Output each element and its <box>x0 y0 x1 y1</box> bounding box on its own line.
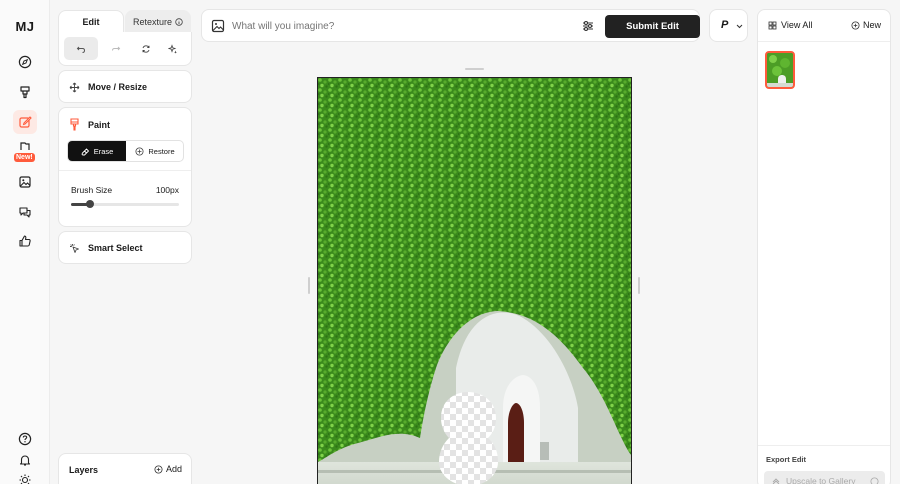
create-icon[interactable] <box>13 80 37 104</box>
move-resize-label: Move / Resize <box>88 82 148 92</box>
redo-button[interactable] <box>99 37 133 60</box>
edit-icon[interactable] <box>13 110 37 134</box>
personalize-label: P <box>721 19 729 31</box>
brush-size-slider[interactable] <box>71 200 179 208</box>
divider <box>758 41 890 42</box>
eraser-icon <box>81 147 89 155</box>
restore-label: Restore <box>148 146 175 156</box>
new-label: New <box>863 20 882 30</box>
magic-button[interactable] <box>156 37 190 60</box>
canvas-image <box>318 78 631 484</box>
paint-tool-panel: Paint Erase Restore Brush Size 100px <box>58 107 192 227</box>
move-icon <box>69 82 80 93</box>
thumbnail-image <box>767 53 793 87</box>
right-panel: View All New Export Edit Upscale to Gall… <box>757 9 891 484</box>
upscale-to-gallery-button[interactable]: Upscale to Gallery <box>764 471 885 484</box>
move-resize-tool[interactable]: Move / Resize <box>58 70 192 103</box>
add-icon <box>851 21 860 29</box>
image-prompt-icon <box>211 19 225 33</box>
info-icon <box>175 17 183 26</box>
left-nav: MJ New! <box>0 0 50 484</box>
smart-select-icon <box>70 244 79 253</box>
canvas-left-handle[interactable] <box>308 277 310 294</box>
brush-size-value: 100px <box>155 185 179 195</box>
divider <box>758 445 890 446</box>
prompt-bar: Submit Edit <box>201 9 700 42</box>
edit-tabs: Edit Retexture <box>58 10 192 66</box>
settings-sliders-icon <box>583 20 593 32</box>
reset-icon <box>142 44 150 53</box>
paint-mode-toggle: Erase Restore <box>67 140 184 162</box>
submit-edit-button[interactable]: Submit Edit <box>605 15 700 38</box>
logo[interactable]: MJ <box>0 19 50 34</box>
image-icon[interactable] <box>13 170 37 194</box>
sparkle-icon <box>168 43 177 53</box>
add-layer-button[interactable]: Add <box>154 464 182 474</box>
restore-button[interactable]: Restore <box>126 141 183 161</box>
restore-icon <box>135 147 144 155</box>
divider <box>59 170 191 171</box>
view-all-button[interactable]: View All <box>768 20 812 30</box>
like-icon[interactable] <box>13 229 37 253</box>
add-icon <box>154 465 163 473</box>
theme-icon[interactable] <box>13 468 37 484</box>
smart-select-label: Smart Select <box>88 243 143 253</box>
view-all-label: View All <box>781 20 813 30</box>
upscale-label: Upscale to Gallery <box>786 476 856 484</box>
edit-thumbnail[interactable] <box>765 51 795 89</box>
export-edit-label: Export Edit <box>766 455 807 464</box>
erase-label: Erase <box>93 146 114 156</box>
canvas-top-handle[interactable] <box>465 68 484 70</box>
history-toolbar <box>58 32 192 66</box>
layers-panel: Layers Add <box>58 453 192 484</box>
undo-icon <box>76 46 86 53</box>
new-badge: New! <box>14 153 35 162</box>
new-button[interactable]: New <box>851 20 881 30</box>
smart-select-tool[interactable]: Smart Select <box>58 231 192 264</box>
tab-edit[interactable]: Edit <box>58 10 124 33</box>
upscale-icon <box>772 478 780 484</box>
paint-label: Paint <box>88 120 111 130</box>
tab-retexture-label: Retexture <box>132 16 173 27</box>
redo-icon <box>112 46 121 51</box>
personalize-button[interactable]: P <box>709 9 748 42</box>
grid-icon <box>768 21 777 29</box>
erase-button[interactable]: Erase <box>68 141 126 161</box>
explore-icon[interactable] <box>13 50 37 74</box>
add-layer-label: Add <box>166 464 183 474</box>
tab-retexture[interactable]: Retexture <box>125 10 191 33</box>
help-icon <box>870 477 879 484</box>
brush-size-label: Brush Size <box>71 185 113 195</box>
canvas-right-handle[interactable] <box>638 277 640 294</box>
edit-canvas[interactable] <box>317 77 632 484</box>
undo-button[interactable] <box>64 37 98 60</box>
brush-size-handle[interactable] <box>86 200 94 208</box>
organize-icon[interactable] <box>13 139 37 153</box>
chat-icon[interactable] <box>13 200 37 224</box>
layers-label: Layers <box>69 465 99 475</box>
paint-brush-icon <box>70 118 79 131</box>
prompt-input[interactable] <box>232 19 552 33</box>
chevron-down-icon <box>736 24 743 29</box>
